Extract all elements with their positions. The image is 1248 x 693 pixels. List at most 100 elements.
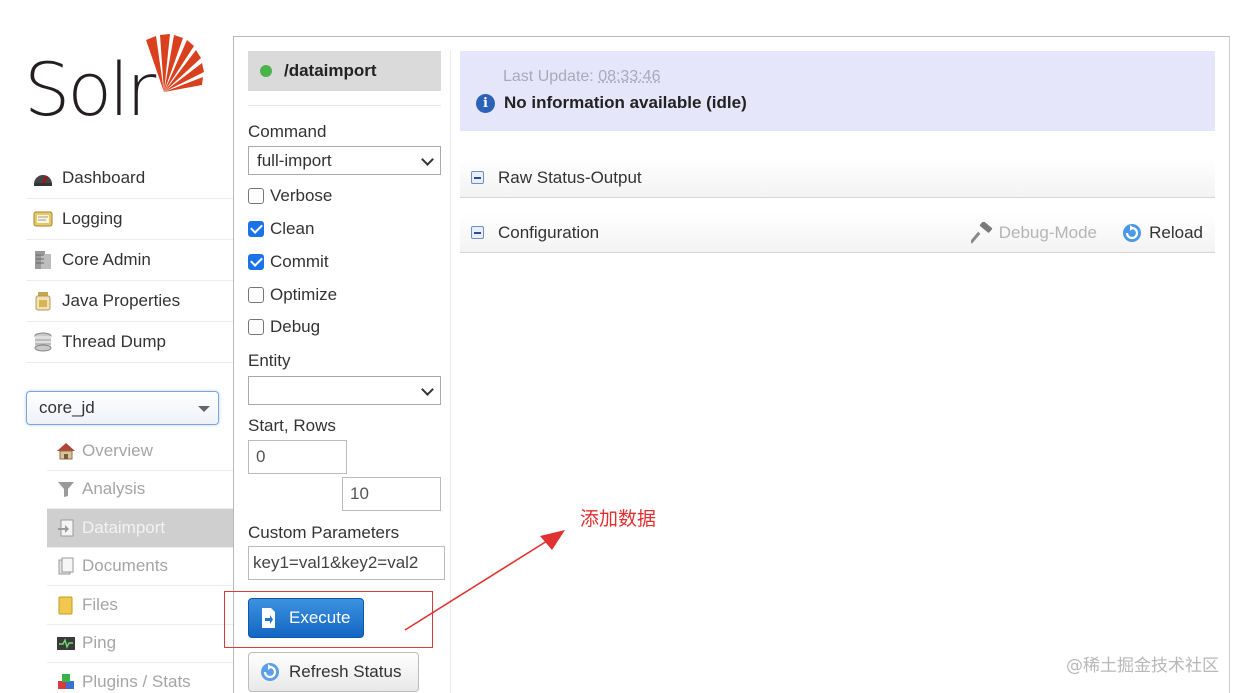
- chevron-down-icon: [421, 383, 434, 396]
- import-icon: [58, 519, 74, 537]
- logo-text: Solr: [24, 48, 156, 133]
- folder-icon: [58, 596, 73, 615]
- dropdown-arrow-icon: [198, 406, 210, 412]
- nav-dashboard[interactable]: Dashboard: [26, 158, 233, 199]
- logging-icon: [33, 211, 53, 227]
- optimize-label: Optimize: [270, 285, 338, 304]
- solr-logo[interactable]: Solr: [24, 34, 214, 134]
- reload-label: Reload: [1149, 223, 1203, 242]
- collapse-icon[interactable]: [471, 171, 484, 184]
- nav-logging[interactable]: Logging: [26, 199, 233, 240]
- verbose-checkbox-box[interactable]: [248, 188, 264, 204]
- core-nav-analysis[interactable]: Analysis: [47, 471, 233, 509]
- rows-input[interactable]: 10: [342, 477, 441, 511]
- core-nav-plugins-stats-label: Plugins / Stats: [82, 671, 191, 691]
- command-label: Command: [248, 122, 327, 141]
- custom-params-label: Custom Parameters: [248, 523, 400, 542]
- start-rows-label: Start, Rows: [248, 416, 336, 435]
- dataimport-handler-header[interactable]: /dataimport: [248, 51, 441, 91]
- core-nav-analysis-label: Analysis: [82, 479, 146, 499]
- core-nav-files-label: Files: [82, 594, 118, 614]
- status-dot-icon: [260, 65, 272, 77]
- status-message-text: No information available (idle): [504, 93, 747, 112]
- nav-java-properties[interactable]: Java Properties: [26, 281, 233, 322]
- core-selector[interactable]: core_jd: [26, 391, 219, 425]
- funnel-icon: [58, 482, 74, 498]
- thread-dump-icon: [34, 332, 52, 352]
- hammer-icon: [970, 222, 992, 244]
- chevron-down-icon: [421, 153, 434, 166]
- core-nav-ping[interactable]: Ping: [47, 625, 233, 663]
- nav-core-admin[interactable]: Core Admin: [26, 240, 233, 281]
- optimize-checkbox[interactable]: Optimize: [248, 285, 337, 305]
- nav-java-properties-label: Java Properties: [62, 291, 181, 310]
- commit-checkbox[interactable]: Commit: [248, 252, 329, 272]
- clean-checkbox-box[interactable]: [248, 221, 264, 237]
- watermark: @稀土掘金技术社区: [1066, 656, 1219, 676]
- nav-thread-dump[interactable]: Thread Dump: [26, 322, 233, 363]
- ping-icon: [57, 637, 75, 651]
- nav-dashboard-label: Dashboard: [62, 168, 146, 187]
- clean-checkbox[interactable]: Clean: [248, 219, 314, 239]
- annotation-arrow-icon: [404, 530, 565, 631]
- handler-name: /dataimport: [284, 61, 377, 80]
- core-nav-overview-label: Overview: [82, 440, 153, 460]
- start-input[interactable]: 0: [248, 440, 347, 474]
- last-update: Last Update: 08:33:46: [503, 68, 660, 86]
- command-select-value: full-import: [257, 150, 332, 170]
- core-selector-value: core_jd: [39, 398, 95, 417]
- core-nav-plugins-stats[interactable]: Plugins / Stats: [47, 663, 233, 693]
- refresh-status-label: Refresh Status: [289, 662, 402, 681]
- java-properties-icon: [35, 292, 51, 311]
- last-update-time: 08:33:46: [598, 68, 661, 85]
- debug-mode-label: Debug-Mode: [998, 223, 1097, 242]
- entity-select[interactable]: [248, 376, 441, 405]
- core-nav-ping-label: Ping: [82, 633, 117, 653]
- nav-core-admin-label: Core Admin: [62, 250, 151, 269]
- debug-mode-button[interactable]: Debug-Mode: [970, 222, 1097, 244]
- optimize-checkbox-box[interactable]: [248, 287, 264, 303]
- plugins-icon: [58, 673, 74, 689]
- core-nav-dataimport[interactable]: Dataimport: [47, 509, 233, 548]
- nav-thread-dump-label: Thread Dump: [62, 332, 166, 351]
- core-nav-overview[interactable]: Overview: [47, 432, 233, 471]
- dashboard-icon: [34, 175, 52, 186]
- nav-logging-label: Logging: [62, 209, 123, 228]
- annotation-text: 添加数据: [580, 508, 657, 530]
- status-message: i No information available (idle): [476, 93, 747, 113]
- reload-icon: [1123, 224, 1142, 242]
- status-panel: Last Update: 08:33:46 i No information a…: [460, 51, 1215, 131]
- core-nav-dataimport-label: Dataimport: [82, 517, 166, 537]
- raw-status-output-section[interactable]: Raw Status-Output: [460, 158, 1215, 198]
- commit-checkbox-box[interactable]: [248, 254, 264, 270]
- core-admin-icon: [35, 251, 51, 269]
- core-nav-documents[interactable]: Documents: [47, 548, 233, 586]
- core-nav-files[interactable]: Files: [47, 586, 233, 625]
- commit-label: Commit: [270, 252, 329, 271]
- configuration-label: Configuration: [498, 222, 600, 242]
- entity-label: Entity: [248, 351, 291, 370]
- core-nav: Overview Analysis Dataimport Documents F…: [47, 432, 233, 693]
- verbose-checkbox[interactable]: Verbose: [248, 186, 332, 206]
- home-icon: [57, 442, 75, 460]
- command-select[interactable]: full-import: [248, 146, 441, 175]
- debug-label: Debug: [270, 317, 321, 336]
- rows-input-value: 10: [350, 484, 369, 503]
- documents-icon: [58, 557, 74, 575]
- debug-checkbox-box[interactable]: [248, 319, 264, 335]
- debug-checkbox[interactable]: Debug: [248, 317, 320, 337]
- last-update-label: Last Update:: [503, 68, 594, 85]
- solr-sun-icon: [146, 34, 204, 92]
- info-icon: i: [476, 93, 495, 113]
- main-nav: Dashboard Logging Core Admin Java Proper…: [26, 158, 233, 363]
- verbose-label: Verbose: [270, 186, 333, 205]
- core-nav-documents-label: Documents: [82, 556, 168, 576]
- custom-params-value: key1=val1&key2=val2: [253, 553, 419, 572]
- start-input-value: 0: [256, 447, 266, 466]
- configuration-section[interactable]: Configuration Debug-Mode Reload: [460, 213, 1215, 253]
- refresh-icon: [261, 663, 279, 681]
- collapse-icon[interactable]: [471, 226, 484, 239]
- clean-label: Clean: [270, 219, 315, 238]
- reload-button[interactable]: Reload: [1121, 222, 1203, 244]
- refresh-status-button[interactable]: Refresh Status: [248, 652, 419, 692]
